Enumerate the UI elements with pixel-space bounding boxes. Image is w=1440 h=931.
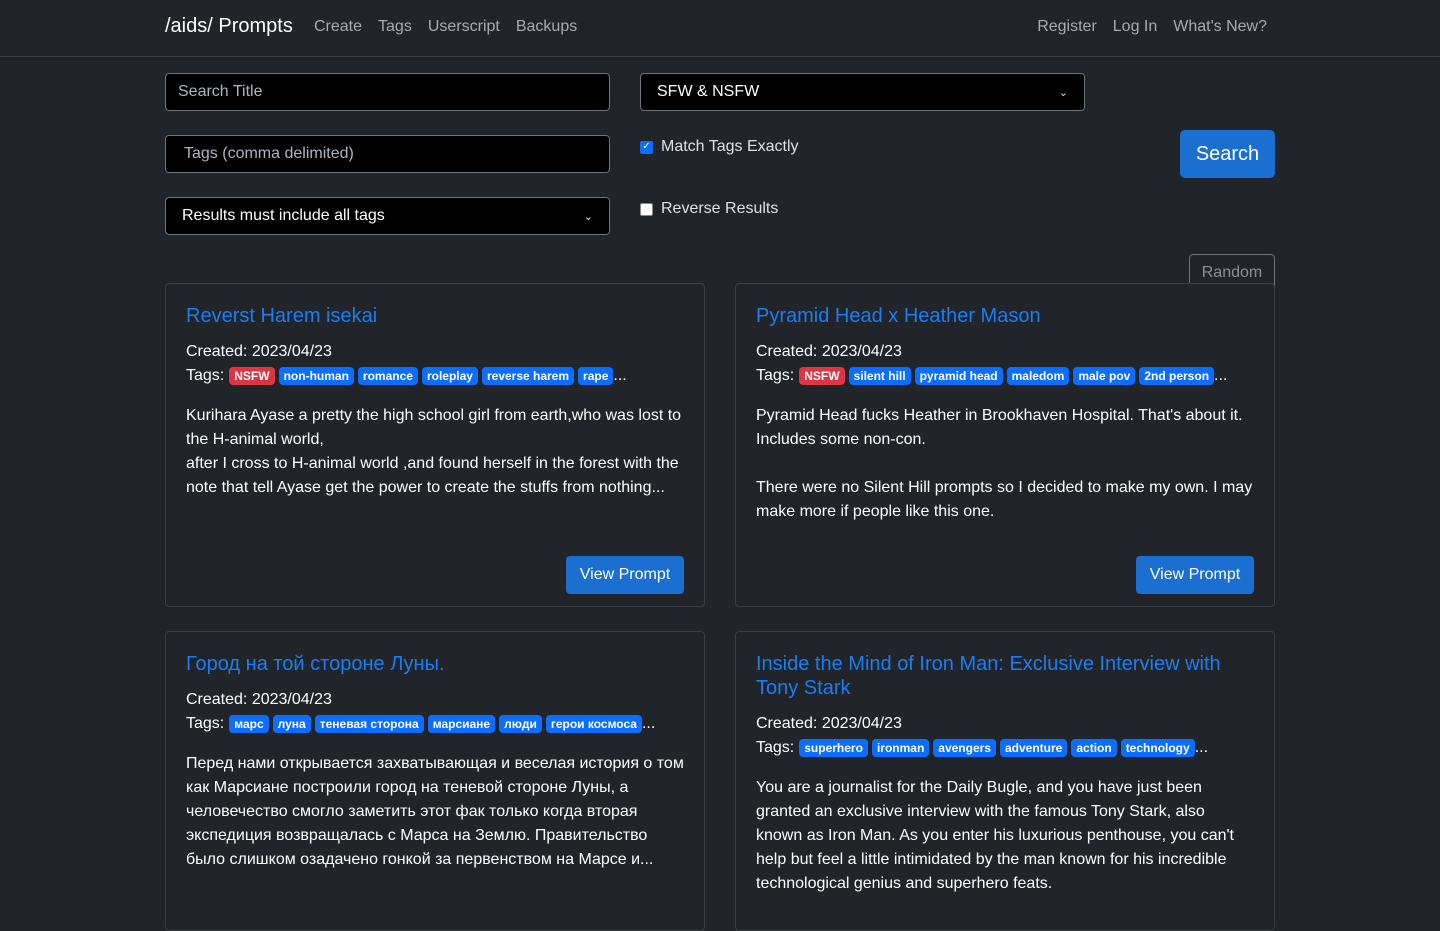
nav-login-link[interactable]: Log In: [1113, 18, 1157, 36]
nav-whats-new-link[interactable]: What's New?: [1173, 18, 1267, 36]
tag-badge[interactable]: NSFW: [229, 367, 275, 385]
tags-row: Tags: superhero ironman avengers adventu…: [756, 736, 1254, 760]
chevron-down-icon: ⌄: [583, 210, 593, 223]
tags-row: Tags: NSFW non-human romance roleplay re…: [186, 364, 684, 388]
tag-badge[interactable]: male pov: [1073, 367, 1136, 385]
tags-label: Tags:: [756, 367, 795, 384]
tag-badge[interactable]: reverse harem: [481, 367, 575, 385]
tag-badge[interactable]: 2nd person: [1139, 367, 1215, 385]
view-prompt-button[interactable]: View Prompt: [566, 556, 684, 594]
tag-badge[interactable]: pyramid head: [914, 367, 1003, 385]
created-date: Created: 2023/04/23: [186, 691, 332, 708]
prompt-description: Pyramid Head fucks Heather in Brookhaven…: [756, 407, 1253, 520]
match-tags-label[interactable]: Match Tags Exactly: [661, 138, 799, 156]
prompt-description: Kurihara Ayase a pretty the high school …: [186, 407, 682, 496]
nav-userscript-link[interactable]: Userscript: [428, 18, 500, 36]
created-date: Created: 2023/04/23: [756, 715, 902, 732]
tags-label: Tags:: [186, 715, 225, 732]
prompt-description: Перед нами открывается захватывающая и в…: [186, 755, 684, 868]
view-prompt-button[interactable]: View Prompt: [1136, 556, 1254, 594]
nav-left-links: Create Tags Userscript Backups: [314, 18, 577, 36]
prompt-title-link[interactable]: Reverst Harem isekai: [186, 304, 684, 328]
brand-logo[interactable]: /aids/ Prompts: [165, 15, 293, 38]
tags-ellipsis: ...: [641, 715, 656, 732]
title-search-input[interactable]: Search Title: [165, 73, 610, 111]
created-date: Created: 2023/04/23: [756, 343, 902, 360]
match-tags-checkbox[interactable]: ✓: [640, 140, 653, 154]
tag-badge[interactable]: roleplay: [421, 367, 478, 385]
tag-badge[interactable]: герои космоса: [545, 715, 642, 733]
tag-badge[interactable]: maledom: [1006, 367, 1070, 385]
nav-right-links: Register Log In What's New?: [1037, 18, 1267, 36]
tags-row: Tags: NSFW silent hill pyramid head male…: [756, 364, 1254, 388]
tag-badge[interactable]: action: [1071, 739, 1117, 757]
search-button[interactable]: Search: [1180, 130, 1275, 178]
nav-create-link[interactable]: Create: [314, 18, 362, 36]
tag-badge[interactable]: теневая сторона: [314, 715, 424, 733]
tags-input[interactable]: Tags (comma delimited): [165, 135, 610, 173]
top-navbar: /aids/ Prompts Create Tags Userscript Ba…: [0, 0, 1440, 57]
tag-badge[interactable]: silent hill: [848, 367, 911, 385]
tag-badge[interactable]: луна: [272, 715, 311, 733]
prompt-title-link[interactable]: Город на той стороне Луны.: [186, 652, 684, 676]
prompt-card: Город на той стороне Луны. Created: 2023…: [165, 631, 705, 931]
tags-ellipsis: ...: [1194, 739, 1209, 756]
tag-badge[interactable]: adventure: [999, 739, 1068, 757]
tag-badge[interactable]: romance: [357, 367, 418, 385]
tag-badge[interactable]: rape: [578, 367, 614, 385]
chevron-down-icon: ⌄: [1058, 86, 1068, 99]
title-search-placeholder: Search Title: [178, 83, 263, 100]
match-tags-row: ✓ Match Tags Exactly: [640, 138, 799, 156]
created-date: Created: 2023/04/23: [186, 343, 332, 360]
prompt-description: You are a journalist for the Daily Bugle…: [756, 779, 1234, 892]
tags-ellipsis: ...: [1214, 367, 1228, 384]
tag-badge[interactable]: ironman: [871, 739, 930, 757]
nav-register-link[interactable]: Register: [1037, 18, 1097, 36]
tag-badge[interactable]: avengers: [933, 739, 996, 757]
tags-input-placeholder: Tags (comma delimited): [184, 145, 354, 162]
nav-tags-link[interactable]: Tags: [378, 18, 412, 36]
tag-badge[interactable]: non-human: [278, 367, 354, 385]
reverse-results-label[interactable]: Reverse Results: [661, 200, 778, 218]
tag-badge[interactable]: technology: [1120, 739, 1195, 757]
search-form: Search Title SFW & NSFW ⌄ Search Tags (c…: [0, 57, 1440, 292]
tag-badge[interactable]: superhero: [799, 739, 868, 757]
tag-badge[interactable]: марс: [229, 715, 269, 733]
prompt-title-link[interactable]: Pyramid Head x Heather Mason: [756, 304, 1254, 328]
tags-label: Tags:: [186, 367, 225, 384]
rating-select-value: SFW & NSFW: [657, 83, 760, 100]
reverse-results-checkbox[interactable]: [640, 202, 653, 216]
rating-select[interactable]: SFW & NSFW ⌄: [640, 73, 1085, 111]
tag-badge[interactable]: NSFW: [799, 367, 845, 385]
tags-label: Tags:: [756, 739, 795, 756]
prompt-card: Inside the Mind of Iron Man: Exclusive I…: [735, 631, 1275, 931]
prompt-title-link[interactable]: Inside the Mind of Iron Man: Exclusive I…: [756, 652, 1254, 700]
tag-badge[interactable]: люди: [499, 715, 542, 733]
nav-backups-link[interactable]: Backups: [516, 18, 577, 36]
reverse-results-row: Reverse Results: [640, 200, 778, 218]
tag-badge[interactable]: марсиане: [427, 715, 496, 733]
tag-mode-value: Results must include all tags: [182, 207, 385, 224]
tags-row: Tags: марс луна теневая сторона марсиане…: [186, 712, 684, 736]
tag-mode-select[interactable]: Results must include all tags ⌄: [165, 197, 610, 235]
prompt-card: Reverst Harem isekai Created: 2023/04/23…: [165, 283, 705, 607]
tags-ellipsis: ...: [613, 367, 627, 384]
prompt-card: Pyramid Head x Heather Mason Created: 20…: [735, 283, 1275, 607]
